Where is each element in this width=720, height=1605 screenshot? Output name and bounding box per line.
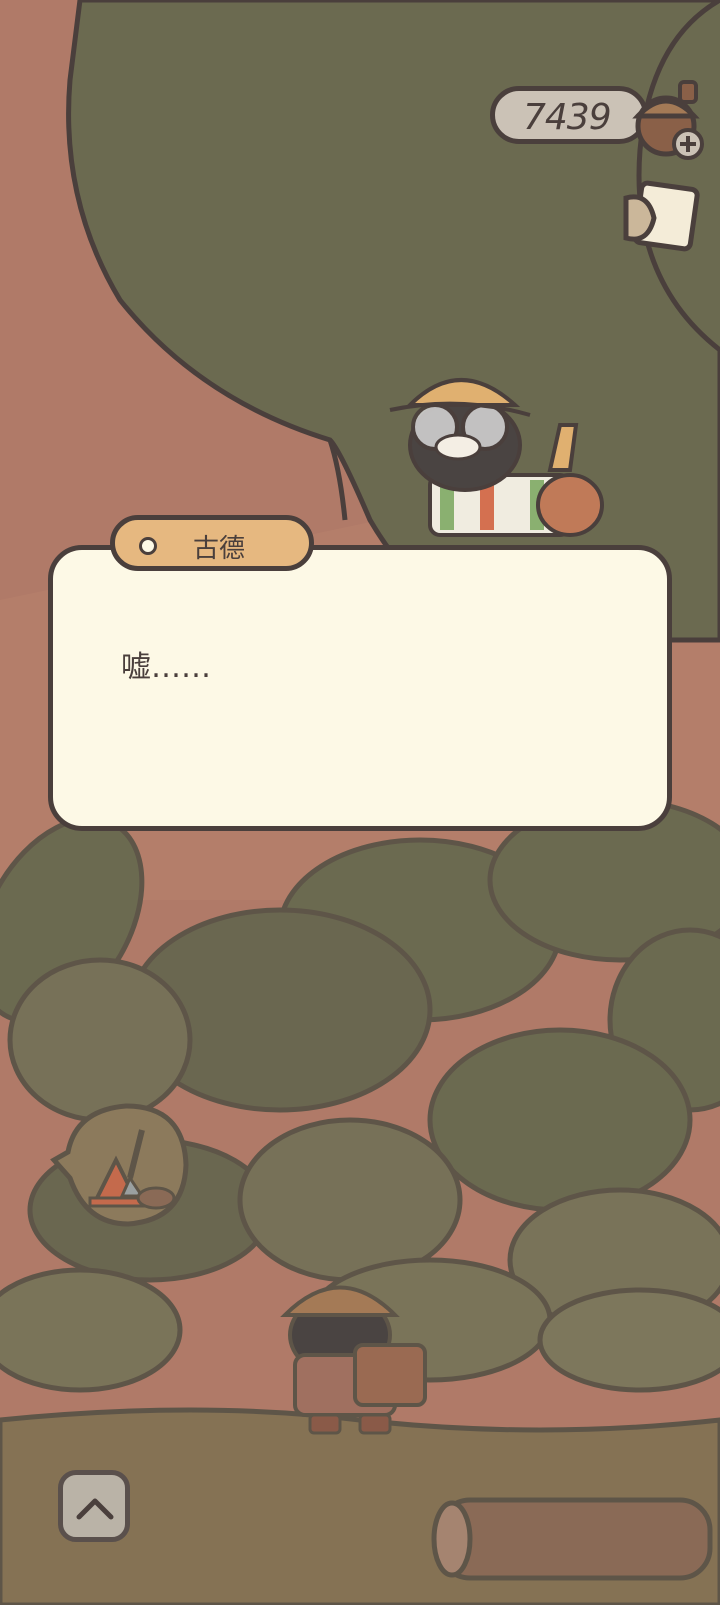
acorn-count: 7439	[523, 97, 612, 138]
acorn-counter: 7439	[490, 86, 648, 144]
speaker-name: 古德	[193, 534, 246, 564]
acorn-plus-icon[interactable]	[630, 76, 710, 166]
shovel-cone-icon[interactable]	[46, 1100, 196, 1230]
name-tag-dot-icon	[139, 537, 157, 555]
expand-menu-button[interactable]	[58, 1470, 130, 1542]
speaker-name-tag: 古德	[110, 515, 314, 571]
dialog-text: 嘘……	[121, 650, 211, 685]
dialog-box[interactable]: 嘘……	[48, 545, 672, 831]
chevron-up-icon	[76, 1498, 114, 1520]
map-icon[interactable]	[618, 178, 702, 256]
